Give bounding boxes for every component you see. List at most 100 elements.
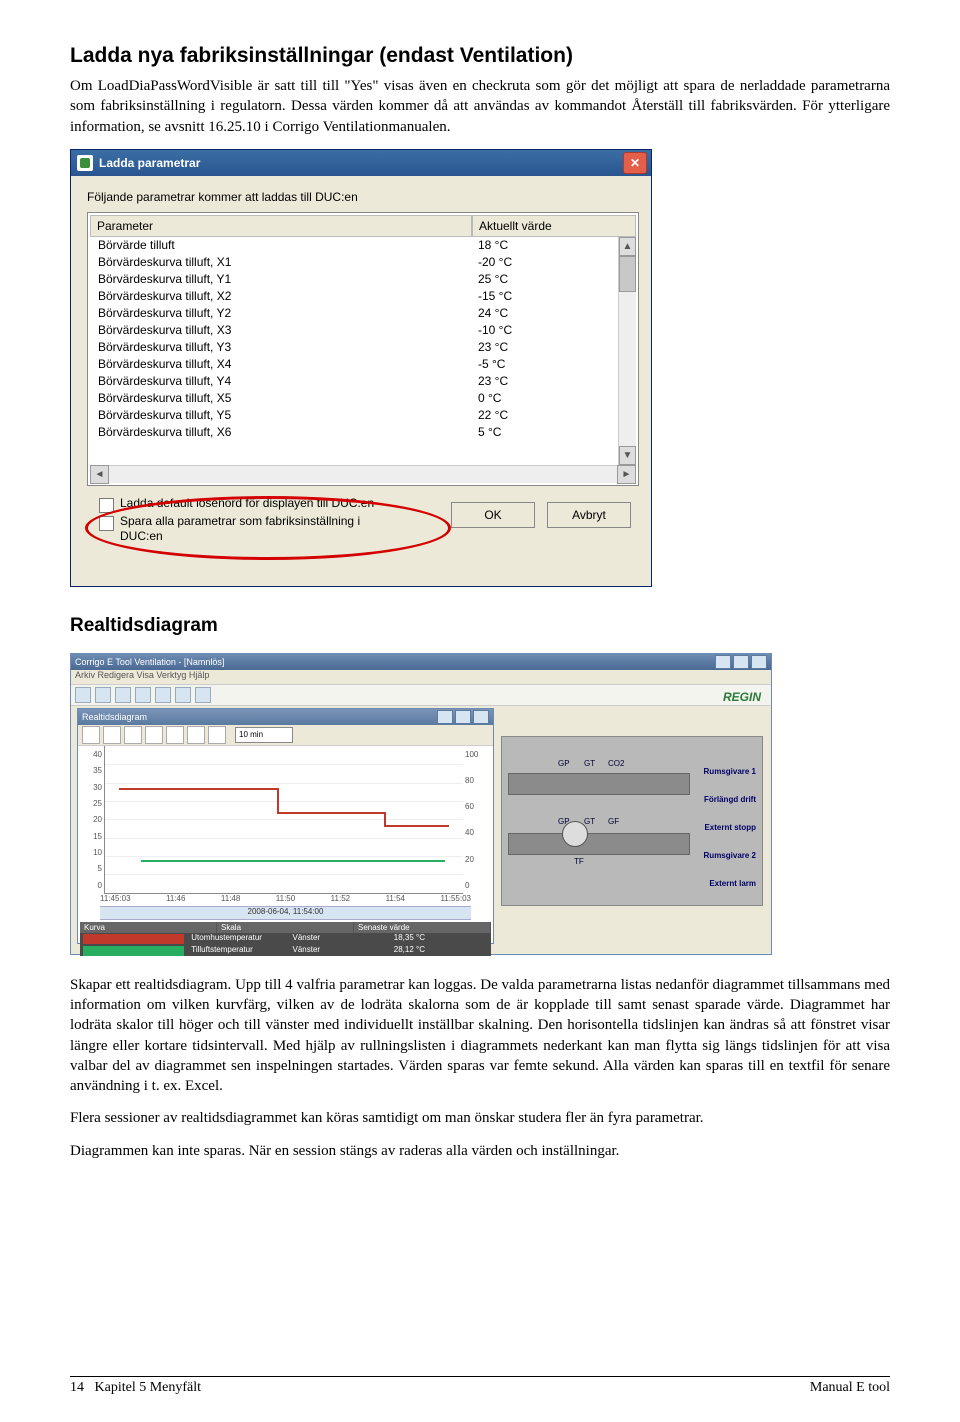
legend-row[interactable]: TilluftstemperaturVänster28,12 °C [80, 945, 491, 957]
body-p4: Diagrammen kan inte sparas. När en sessi… [70, 1141, 890, 1161]
param-name: Börvärdeskurva tilluft, X1 [90, 254, 470, 271]
toolbar-icon[interactable] [187, 726, 205, 744]
page-number: 14 [70, 1380, 84, 1395]
x-tick: 11:45:03 [100, 894, 131, 906]
x-tick: 11:52 [331, 894, 350, 906]
close-window-icon[interactable] [751, 655, 767, 669]
legend-swatch [83, 946, 184, 956]
y-tick-right: 40 [465, 828, 491, 837]
scroll-down-icon[interactable]: ▼ [619, 446, 636, 465]
toolbar-icon[interactable] [124, 726, 142, 744]
param-name: Börvärde tilluft [90, 237, 470, 254]
legend-value: 18,35 °C [390, 933, 491, 945]
table-row[interactable]: Börvärde tilluft18 °C [90, 237, 636, 254]
col-value[interactable]: Aktuellt värde [472, 215, 636, 237]
param-value: 0 °C [470, 390, 636, 407]
y-tick-right: 60 [465, 802, 491, 811]
table-row[interactable]: Börvärdeskurva tilluft, X65 °C [90, 424, 636, 441]
y-tick-right: 20 [465, 855, 491, 864]
param-name: Börvärdeskurva tilluft, X2 [90, 288, 470, 305]
realtime-window: Corrigo E Tool Ventilation - [Namnlös] A… [70, 653, 772, 955]
legend-value: 28,12 °C [390, 945, 491, 957]
toolbar-icon[interactable] [166, 726, 184, 744]
table-row[interactable]: Börvärdeskurva tilluft, X50 °C [90, 390, 636, 407]
cancel-button[interactable]: Avbryt [547, 502, 631, 528]
toolbar-icon[interactable] [155, 687, 171, 703]
horizontal-scrollbar[interactable]: ◄ ► [90, 465, 636, 483]
toolbar-icon[interactable] [95, 687, 111, 703]
intro-paragraph: Om LoadDiaPassWordVisible är satt till t… [70, 76, 890, 137]
param-value: 25 °C [470, 271, 636, 288]
y-tick-left: 35 [93, 766, 102, 775]
param-value: 24 °C [470, 305, 636, 322]
table-row[interactable]: Börvärdeskurva tilluft, X4-5 °C [90, 356, 636, 373]
table-row[interactable]: Börvärdeskurva tilluft, X2-15 °C [90, 288, 636, 305]
x-tick: 11:54 [386, 894, 405, 906]
maximize-icon[interactable] [733, 655, 749, 669]
toolbar-icon[interactable] [145, 726, 163, 744]
datetime-bar[interactable]: 2008-06-04, 11:54:00 [100, 906, 471, 920]
y-tick-left: 10 [93, 848, 102, 857]
col-parameter[interactable]: Parameter [90, 215, 472, 237]
legend-col-last: Senaste värde [354, 922, 491, 933]
label-extstop: Externt stopp [704, 823, 756, 832]
scroll-left-icon[interactable]: ◄ [90, 465, 109, 484]
param-value: 23 °C [470, 373, 636, 390]
y-tick-left: 15 [93, 832, 102, 841]
param-name: Börvärdeskurva tilluft, Y1 [90, 271, 470, 288]
toolbar-icon[interactable] [115, 687, 131, 703]
param-name: Börvärdeskurva tilluft, X5 [90, 390, 470, 407]
toolbar-icon[interactable] [175, 687, 191, 703]
y-tick-left: 5 [98, 864, 102, 873]
minimize-icon[interactable] [437, 710, 453, 724]
label-extalarm: Externt larm [709, 879, 756, 888]
toolbar-icon[interactable] [75, 687, 91, 703]
toolbar-icon[interactable] [82, 726, 100, 744]
scroll-right-icon[interactable]: ► [617, 465, 636, 484]
ok-button[interactable]: OK [451, 502, 535, 528]
timespan-select[interactable]: 10 min [235, 727, 293, 743]
toolbar-icon[interactable] [195, 687, 211, 703]
y-tick-left: 25 [93, 799, 102, 808]
toolbar-icon[interactable] [135, 687, 151, 703]
table-row[interactable]: Börvärdeskurva tilluft, X1-20 °C [90, 254, 636, 271]
legend-col-curve: Kurva [80, 922, 217, 933]
scroll-up-icon[interactable]: ▲ [619, 237, 636, 256]
y-tick-right: 100 [465, 750, 491, 759]
app-icon [77, 155, 93, 171]
label-roomsensor1: Rumsgivare 1 [704, 767, 756, 776]
legend-row[interactable]: UtomhustemperaturVänster18,35 °C [80, 933, 491, 945]
vertical-scrollbar[interactable]: ▲ ▼ [618, 237, 636, 465]
y-tick-left: 40 [93, 750, 102, 759]
table-row[interactable]: Börvärdeskurva tilluft, Y125 °C [90, 271, 636, 288]
param-value: -15 °C [470, 288, 636, 305]
table-row[interactable]: Börvärdeskurva tilluft, Y522 °C [90, 407, 636, 424]
menubar[interactable]: Arkiv Redigera Visa Verktyg Hjälp [71, 670, 771, 685]
y-tick-right: 80 [465, 776, 491, 785]
minimize-icon[interactable] [715, 655, 731, 669]
table-row[interactable]: Börvärdeskurva tilluft, X3-10 °C [90, 322, 636, 339]
chart-toolbar: 10 min [78, 725, 493, 746]
table-row[interactable]: Börvärdeskurva tilluft, Y323 °C [90, 339, 636, 356]
dialog-description: Följande parametrar kommer att laddas ti… [87, 190, 639, 204]
table-row[interactable]: Börvärdeskurva tilluft, Y224 °C [90, 305, 636, 322]
param-name: Börvärdeskurva tilluft, X4 [90, 356, 470, 373]
dialog-title: Ladda parametrar [99, 156, 623, 170]
chart-title: Realtidsdiagram [82, 712, 147, 722]
plot-area [104, 746, 463, 894]
toolbar-icon[interactable] [208, 726, 226, 744]
close-icon[interactable] [473, 710, 489, 724]
x-tick: 11:55:03 [440, 894, 471, 906]
load-parameters-dialog: Ladda parametrar ✕ Följande parametrar k… [70, 149, 652, 587]
scroll-thumb[interactable] [619, 256, 636, 292]
maximize-icon[interactable] [455, 710, 471, 724]
toolbar-icon[interactable] [103, 726, 121, 744]
highlight-ellipse [85, 496, 451, 560]
sensor-gt: GT [584, 759, 595, 768]
param-name: Börvärdeskurva tilluft, Y3 [90, 339, 470, 356]
table-row[interactable]: Börvärdeskurva tilluft, Y423 °C [90, 373, 636, 390]
param-value: 23 °C [470, 339, 636, 356]
chart-plot: 4035302520151050 100806040200 [78, 746, 493, 894]
close-icon[interactable]: ✕ [623, 152, 647, 174]
page-footer: 14 Kapitel 5 Menyfält Manual E tool [70, 1376, 890, 1396]
